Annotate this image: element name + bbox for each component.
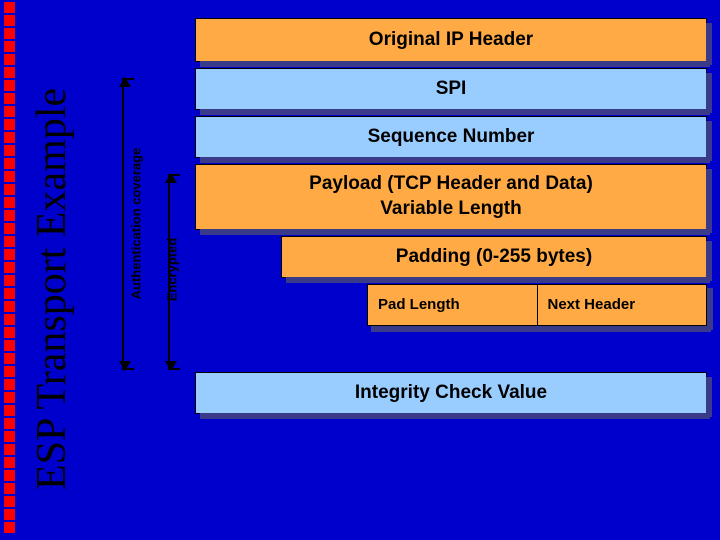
field-label: Pad Length — [378, 297, 460, 314]
field-payload: Payload (TCP Header and Data) Variable L… — [195, 164, 707, 230]
field-padding: Padding (0-255 bytes) — [281, 236, 707, 278]
field-label: Padding (0-255 bytes) — [396, 246, 592, 268]
packet-diagram: Original IP Header SPI Sequence Number P… — [195, 18, 707, 420]
field-spi: SPI — [195, 68, 707, 110]
field-original-ip-header: Original IP Header — [195, 18, 707, 62]
field-label: Sequence Number — [368, 126, 535, 148]
field-pad-length: Pad Length — [367, 284, 538, 326]
field-label: SPI — [436, 78, 467, 100]
gap — [195, 332, 707, 372]
field-icv: Integrity Check Value — [195, 372, 707, 414]
field-next-header: Next Header — [538, 284, 708, 326]
field-label: Integrity Check Value — [355, 382, 547, 404]
auth-coverage-label: Authentication coverage — [129, 144, 144, 304]
field-label: Payload (TCP Header and Data) Variable L… — [309, 172, 593, 221]
field-pad-next-row: Pad Length Next Header — [367, 284, 707, 326]
field-label: Original IP Header — [369, 29, 533, 51]
encrypted-label: Encrypted — [165, 230, 180, 310]
field-label: Next Header — [548, 297, 636, 314]
field-sequence-number: Sequence Number — [195, 116, 707, 158]
decorative-squares — [4, 2, 15, 533]
slide-title: ESP Transport Example — [28, 88, 76, 490]
